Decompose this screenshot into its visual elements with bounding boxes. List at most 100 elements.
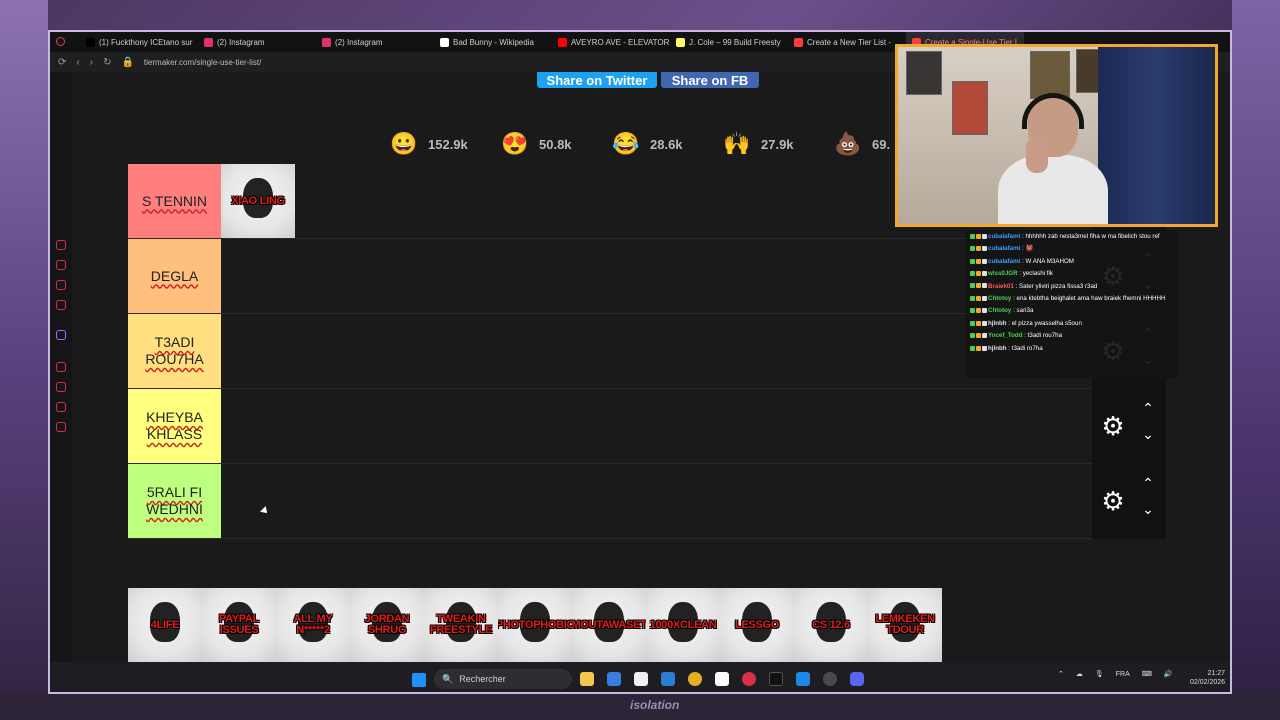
- sidebar-aria-icon[interactable]: [56, 240, 66, 250]
- chevron-down-icon[interactable]: ⌄: [1140, 427, 1156, 441]
- tier-item-card[interactable]: ALL MY N*****2: [276, 588, 350, 662]
- clock[interactable]: 21:27 02/02/2026: [1190, 669, 1225, 687]
- browser-tab[interactable]: (2) Instagram: [198, 32, 316, 52]
- chat-username[interactable]: cubalafami: [988, 258, 1020, 265]
- tier-item-card[interactable]: PAYPAL ISSUES: [202, 588, 276, 662]
- windows-start-icon[interactable]: [412, 673, 426, 687]
- tier-items[interactable]: [221, 314, 1092, 388]
- back-icon[interactable]: ‹: [76, 57, 79, 68]
- sidebar-history-icon[interactable]: [56, 382, 66, 392]
- browser-tab[interactable]: J. Cole – 99 Build Freesty: [670, 32, 788, 52]
- notepad-icon[interactable]: [796, 672, 810, 686]
- tier-item-card[interactable]: LEMKEKEN TDOUR: [868, 588, 942, 662]
- chat-username[interactable]: wlss0JGR: [988, 270, 1018, 277]
- cloud-icon[interactable]: ☁: [1076, 670, 1083, 678]
- reaction-button[interactable]: 🙌 27.9k: [715, 124, 826, 164]
- forward-icon[interactable]: ›: [90, 57, 93, 68]
- opera-taskbar-icon[interactable]: [742, 672, 756, 686]
- sidebar-player-icon[interactable]: [56, 362, 66, 372]
- chevron-up-icon[interactable]: ⌃: [1140, 476, 1156, 490]
- chat-username[interactable]: Braiek01: [988, 283, 1014, 290]
- chat-username[interactable]: hjlnbh: [988, 345, 1007, 352]
- store-icon[interactable]: [634, 672, 648, 686]
- tier-label[interactable]: DEGLA: [128, 239, 221, 313]
- chevron-up-icon[interactable]: ⌃: [1058, 670, 1064, 678]
- volume-icon[interactable]: 🔊: [1164, 670, 1173, 678]
- chrome-icon[interactable]: [688, 672, 702, 686]
- chat-badge-icon: [970, 283, 975, 289]
- share-fb-button[interactable]: Share on FB: [661, 72, 759, 88]
- tab-favicon-icon: [558, 37, 567, 47]
- card-caption: CS 12.6: [812, 618, 850, 631]
- tier-label[interactable]: T3ADI ROU7HA: [128, 314, 221, 388]
- chat-badge-icon: [976, 246, 981, 252]
- sidebar-twitch-icon[interactable]: [56, 330, 66, 340]
- sidebar-messenger-icon[interactable]: [56, 280, 66, 290]
- tier-items[interactable]: [221, 239, 1092, 313]
- chat-badge-icon: [976, 333, 981, 339]
- sidebar-chatgpt-icon[interactable]: [56, 260, 66, 270]
- opera-icon[interactable]: [56, 37, 65, 46]
- share-twitter-button[interactable]: Share on Twitter: [537, 72, 657, 88]
- chat-badge-icon: [982, 283, 987, 289]
- gear-icon[interactable]: ⚙: [1100, 413, 1126, 439]
- chevron-down-icon[interactable]: ⌄: [1140, 502, 1156, 516]
- tier-item-card[interactable]: CS 12.6: [794, 588, 868, 662]
- steam-icon[interactable]: [823, 672, 837, 686]
- tier-label[interactable]: S TENNIN: [128, 164, 221, 238]
- refresh-icon[interactable]: ↻: [103, 57, 111, 68]
- tier-item-card[interactable]: PHOTOPHOBIC: [498, 588, 572, 662]
- chat-badge-icon: [982, 233, 987, 239]
- chat-badge-icon: [982, 333, 987, 339]
- url-field[interactable]: tiermaker.com/single-use-tier-list/: [144, 58, 261, 67]
- tab-label: J. Cole – 99 Build Freesty: [689, 37, 781, 47]
- tab-favicon-icon: [440, 37, 449, 47]
- tier-item-card[interactable]: XIAO LING: [221, 164, 295, 238]
- reaction-button[interactable]: 😂 28.6k: [604, 124, 715, 164]
- tier-items[interactable]: [221, 464, 1092, 538]
- tier-items[interactable]: [221, 389, 1092, 463]
- taskbar-search[interactable]: 🔍 Rechercher: [434, 669, 572, 689]
- notion-icon[interactable]: [715, 672, 729, 686]
- reaction-button[interactable]: 😀 152.9k: [382, 124, 493, 164]
- browser-tab[interactable]: (2) Instagram: [316, 32, 434, 52]
- chat-message: Chtotoy : ena ktebtha beighalet ama haw …: [970, 295, 1174, 303]
- sidebar-gmail-icon[interactable]: [56, 300, 66, 310]
- language-indicator[interactable]: FRA: [1116, 671, 1130, 678]
- browser-tab[interactable]: Bad Bunny - Wikipedia: [434, 32, 552, 52]
- reaction-count: 27.9k: [761, 136, 794, 152]
- mail-icon[interactable]: [661, 672, 675, 686]
- chat-text: : el pizza ywasselha s5oun: [1006, 319, 1082, 327]
- file-explorer-icon[interactable]: [580, 672, 594, 686]
- chat-username[interactable]: hjlnbh: [988, 320, 1007, 327]
- chat-badge-icon: [970, 320, 975, 326]
- network-icon[interactable]: ⌨: [1142, 670, 1152, 678]
- tier-item-card[interactable]: 4LIFE: [128, 588, 202, 662]
- tier-label[interactable]: 5RALI FI WEDHNI: [128, 464, 221, 538]
- chat-username[interactable]: cubalafami: [988, 245, 1020, 252]
- chat-badge-icon: [970, 308, 975, 314]
- reaction-button[interactable]: 😍 50.8k: [493, 124, 604, 164]
- chat-username[interactable]: Yocef_Todd: [988, 332, 1023, 339]
- obs-icon[interactable]: [769, 672, 783, 686]
- chat-username[interactable]: cubalafami: [988, 233, 1020, 240]
- mic-icon[interactable]: 🎙: [1095, 670, 1104, 678]
- chat-username[interactable]: Chtotoy: [988, 295, 1011, 302]
- tier-label[interactable]: KHEYBA KHLASS: [128, 389, 221, 463]
- discord-icon[interactable]: [850, 672, 864, 686]
- browser-tab[interactable]: Create a New Tier List -: [788, 32, 906, 52]
- chevron-up-icon[interactable]: ⌃: [1140, 401, 1156, 415]
- tier-item-card[interactable]: MOUTAWASET: [572, 588, 646, 662]
- chat-username[interactable]: Chtotoy: [988, 307, 1011, 314]
- tier-item-card[interactable]: LESSGO: [720, 588, 794, 662]
- browser-tab[interactable]: AVEYRO AVE - ELEVATOR: [552, 32, 670, 52]
- browser-tab[interactable]: (1) Fuckthony ICEtano sur: [80, 32, 198, 52]
- copilot-icon[interactable]: [607, 672, 621, 686]
- tier-item-card[interactable]: TWEAKIN FREESTYLE: [424, 588, 498, 662]
- tier-item-card[interactable]: 1000XCLEAN: [646, 588, 720, 662]
- reload-icon[interactable]: ⟳: [58, 57, 66, 68]
- gear-icon[interactable]: ⚙: [1100, 488, 1126, 514]
- sidebar-pin-icon[interactable]: [56, 402, 66, 412]
- tier-item-card[interactable]: JORDAN SHRUG: [350, 588, 424, 662]
- sidebar-settings-icon[interactable]: [56, 422, 66, 432]
